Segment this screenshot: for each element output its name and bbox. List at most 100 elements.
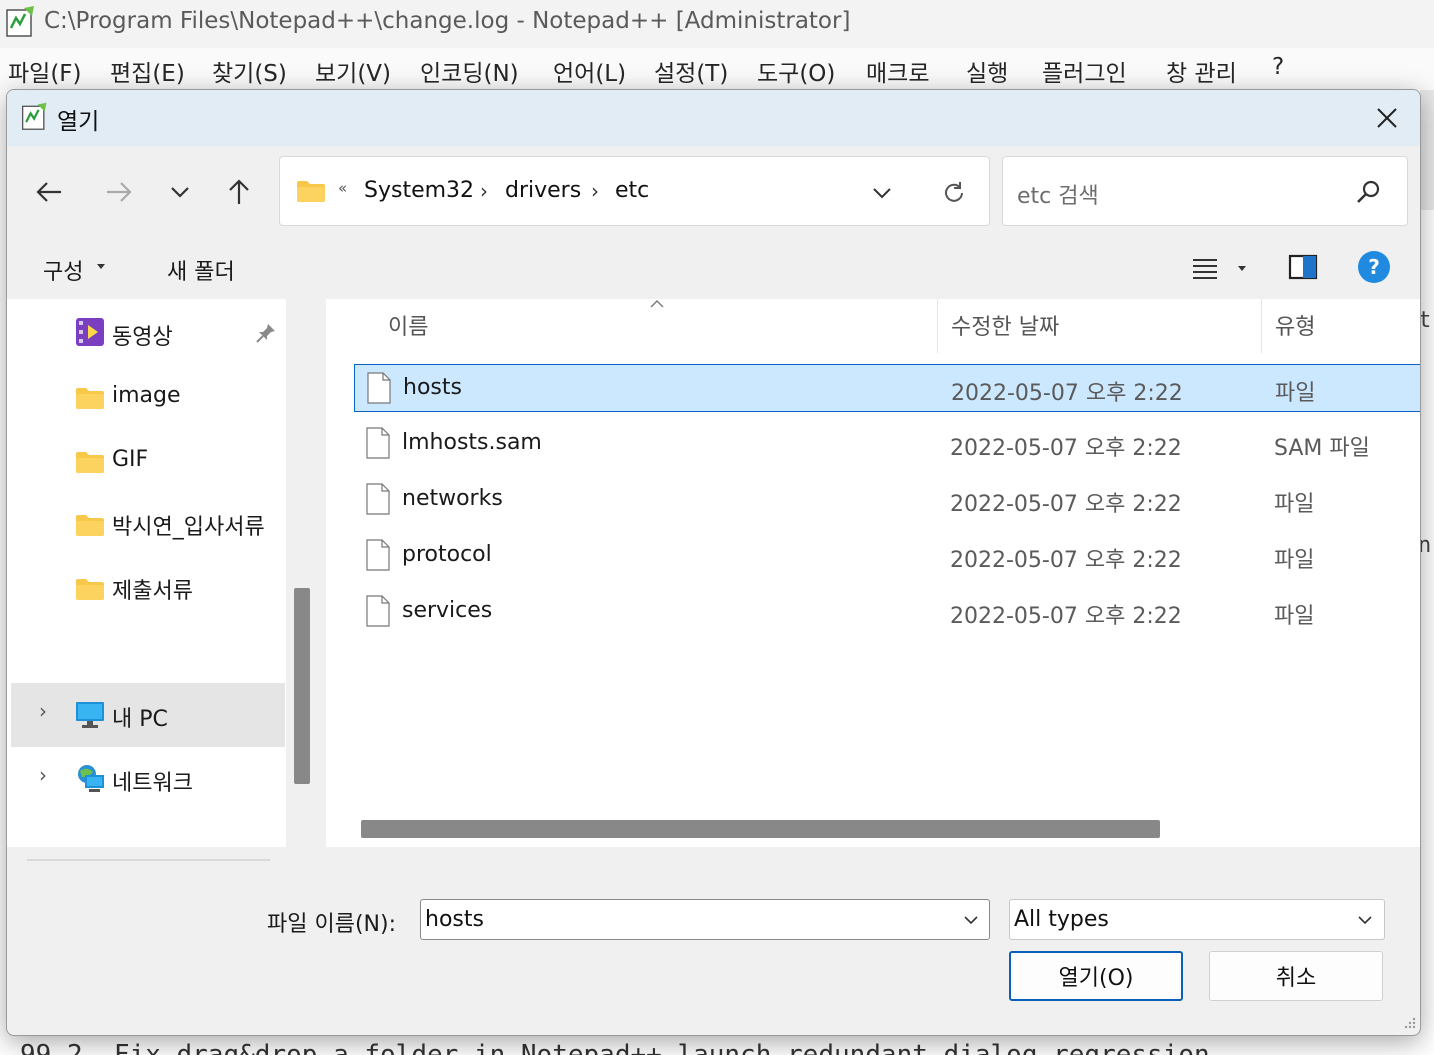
filename-input[interactable]: hosts [420,899,990,940]
file-modified: 2022-05-07 오후 2:22 [950,436,1182,461]
menu-run[interactable]: 실행 [966,54,1008,88]
menu-language[interactable]: 언어(L) [553,54,626,88]
back-button[interactable] [27,170,71,214]
dialog-title: 열기 [57,109,100,135]
close-icon [1377,108,1397,128]
expand-chevron-icon[interactable]: › [39,699,47,723]
file-row-services[interactable]: services 2022-05-07 오후 2:22 파일 [354,588,1420,636]
nav-item-gif[interactable]: GIF [7,429,286,489]
file-icon [366,483,390,515]
nav-item-label: 동영상 [112,325,173,350]
menu-file[interactable]: 파일(F) [8,54,82,88]
refresh-button[interactable] [934,173,974,213]
file-row-lmhosts-sam[interactable]: lmhosts.sam 2022-05-07 오후 2:22 SAM 파일 [354,420,1420,468]
folder-icon [76,515,104,536]
open-file-dialog: 열기 « System32 › drivers › etc etc 검색 구성 … [6,89,1421,1036]
file-row-protocol[interactable]: protocol 2022-05-07 오후 2:22 파일 [354,532,1420,580]
arrow-right-icon [107,182,132,202]
close-button[interactable] [1359,98,1415,138]
file-modified: 2022-05-07 오후 2:22 [950,604,1182,629]
column-separator[interactable] [937,299,938,353]
refresh-icon [945,182,963,202]
nav-item-application-docs[interactable]: 박시연_입사서류 [7,492,286,552]
menu-view[interactable]: 보기(V) [315,54,391,88]
address-segment-system32[interactable]: System32 [364,178,474,203]
menu-tools[interactable]: 도구(O) [757,54,835,88]
file-name: services [402,598,493,623]
chevron-down-icon [1358,916,1372,925]
organize-button[interactable]: 구성 [43,254,83,286]
help-button[interactable]: ? [1358,251,1390,283]
menu-search[interactable]: 찾기(S) [212,54,287,88]
new-folder-button[interactable]: 새 폴더 [167,254,235,286]
sort-ascending-icon [650,300,664,308]
column-header-modified[interactable]: 수정한 날짜 [951,309,1059,341]
file-type-select[interactable]: All types [1009,899,1385,940]
folder-icon [76,579,104,600]
recent-locations-button[interactable] [158,170,202,214]
menu-plugins[interactable]: 플러그인 [1042,54,1127,88]
column-separator[interactable] [1261,299,1262,353]
search-input[interactable]: etc 검색 [1002,156,1408,226]
address-overflow[interactable]: « [338,179,347,197]
nav-item-label: 제출서류 [112,579,193,604]
nav-item-image[interactable]: image [7,365,286,425]
file-icon [367,372,391,404]
npp-toolbar-edge [1420,90,1434,210]
menu-edit[interactable]: 편집(E) [110,54,185,88]
caret-down-icon[interactable] [1238,266,1246,271]
network-icon [78,765,104,792]
address-separator-icon[interactable]: › [591,179,599,203]
nav-item-this-pc[interactable]: › 내 PC [11,683,285,747]
file-list-horizontal-scrollbar[interactable] [361,820,1160,838]
up-button[interactable] [217,170,261,214]
menu-settings[interactable]: 설정(T) [654,54,728,88]
cancel-button[interactable]: 취소 [1209,951,1383,1001]
column-header-name[interactable]: 이름 [388,309,428,341]
nav-scrollbar-thumb[interactable] [294,588,310,784]
file-modified: 2022-05-07 오후 2:22 [951,381,1183,406]
file-row-hosts[interactable]: hosts 2022-05-07 오후 2:22 파일 [354,364,1420,412]
file-type: 파일 [1274,548,1315,573]
search-icon[interactable] [1355,178,1383,206]
forward-button[interactable] [97,170,141,214]
npp-editor-line: 99 2. Fix drag&drop a folder in Notepad+… [0,1036,1434,1055]
pin-icon[interactable] [255,322,277,344]
file-name: hosts [403,375,462,400]
file-row-networks[interactable]: networks 2022-05-07 오후 2:22 파일 [354,476,1420,524]
preview-pane-icon[interactable] [1288,254,1318,280]
address-history-button[interactable] [864,175,900,211]
notepadpp-app-icon [21,102,47,130]
navigation-pane: 동영상 image GIF 박시연_입사서류 제출서류 › 내 PC › 네트워… [7,299,286,861]
file-icon [366,539,390,571]
address-segment-drivers[interactable]: drivers [505,178,581,203]
address-separator-icon[interactable]: › [480,179,488,203]
dialog-title-bar: 열기 [7,90,1420,146]
arrow-left-icon [36,182,61,202]
notepadpp-app-icon [6,6,34,37]
nav-item-network[interactable]: › 네트워크 [7,747,286,807]
arrow-up-icon [229,179,249,204]
address-bar[interactable]: « System32 › drivers › etc [279,156,990,226]
file-name: protocol [402,542,492,567]
folder-icon [76,452,104,473]
expand-chevron-icon[interactable]: › [39,763,47,787]
nav-item-videos[interactable]: 동영상 [7,302,286,362]
column-header-type[interactable]: 유형 [1275,309,1315,341]
folder-icon [76,388,104,409]
chevron-down-icon[interactable] [961,910,981,930]
nav-item-submitted-docs[interactable]: 제출서류 [7,556,286,616]
menu-window[interactable]: 창 관리 [1166,54,1237,88]
resize-grip-icon[interactable] [1401,1016,1417,1032]
open-button[interactable]: 열기(O) [1009,951,1183,1001]
menu-macro[interactable]: 매크로 [866,54,929,88]
filename-label: 파일 이름(N): [267,912,396,937]
file-icon [366,595,390,627]
menu-help[interactable]: ? [1272,54,1284,80]
nav-divider [27,859,270,861]
caret-down-icon [97,264,105,269]
view-options-icon[interactable] [1191,256,1219,280]
address-segment-etc[interactable]: etc [615,178,649,203]
menu-encoding[interactable]: 인코딩(N) [420,54,519,88]
chevron-down-icon [171,187,189,198]
